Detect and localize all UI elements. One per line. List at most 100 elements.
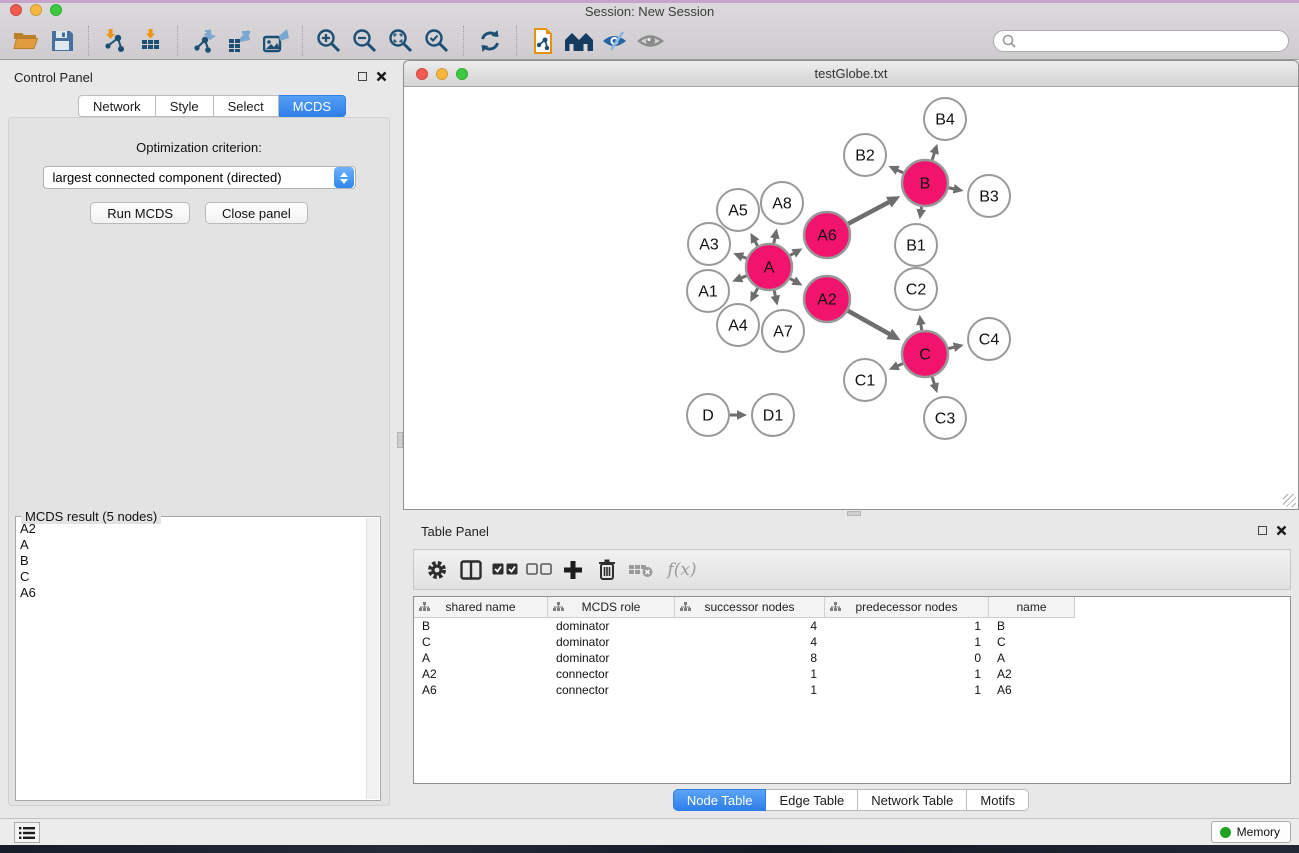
tab-edge-table[interactable]: Edge Table — [766, 789, 858, 811]
export-image-button[interactable] — [260, 25, 292, 57]
tab-node-table[interactable]: Node Table — [673, 789, 767, 811]
maximize-window-button[interactable] — [50, 4, 62, 16]
graph-node-A5[interactable]: A5 — [717, 189, 759, 231]
export-network-button[interactable] — [188, 25, 220, 57]
mcds-result-item[interactable]: C — [20, 569, 364, 585]
zoom-selected-button[interactable] — [421, 25, 453, 57]
close-panel-button[interactable]: Close panel — [205, 202, 308, 224]
graph-node-B2[interactable]: B2 — [844, 134, 886, 176]
close-panel-icon[interactable] — [376, 71, 387, 82]
run-mcds-button[interactable]: Run MCDS — [90, 202, 190, 224]
search-box[interactable] — [993, 30, 1289, 52]
graph-node-A7[interactable]: A7 — [762, 310, 804, 352]
graph-node-A6[interactable]: A6 — [804, 212, 850, 258]
create-column-button[interactable] — [558, 555, 588, 585]
graph-node-B1[interactable]: B1 — [895, 224, 937, 266]
edge-A6-B[interactable] — [848, 201, 890, 223]
import-table-button[interactable] — [135, 25, 167, 57]
graph-node-C2[interactable]: C2 — [895, 268, 937, 310]
graph-node-D1[interactable]: D1 — [752, 394, 794, 436]
new-network-from-selection-button[interactable] — [527, 25, 559, 57]
minimize-network-window-button[interactable] — [436, 68, 448, 80]
graph-node-C[interactable]: C — [902, 331, 948, 377]
tab-style[interactable]: Style — [156, 95, 214, 117]
column-header-MCDS-role[interactable]: MCDS role — [548, 597, 675, 618]
table-row[interactable]: Bdominator41B — [414, 618, 1290, 634]
toolbar-separator — [516, 26, 517, 56]
table-row[interactable]: A6connector11A6 — [414, 682, 1290, 698]
function-builder-button[interactable]: f(x) — [660, 555, 704, 585]
show-all-button[interactable] — [635, 25, 667, 57]
mcds-result-item[interactable]: B — [20, 553, 364, 569]
zoom-out-button[interactable] — [349, 25, 381, 57]
delete-columns-button[interactable] — [592, 555, 622, 585]
float-panel-icon[interactable] — [358, 72, 367, 81]
refresh-button[interactable] — [474, 25, 506, 57]
splitter-handle[interactable] — [847, 511, 861, 516]
mcds-result-item[interactable]: A — [20, 537, 364, 553]
table-settings-button[interactable] — [422, 555, 452, 585]
open-session-button[interactable] — [10, 25, 42, 57]
titlebar: Session: New Session — [0, 3, 1299, 22]
save-session-button[interactable] — [46, 25, 78, 57]
panel-splitter-horizontal[interactable] — [403, 510, 1299, 517]
float-panel-icon[interactable] — [1258, 526, 1267, 535]
splitter-handle[interactable] — [397, 432, 403, 448]
tab-network-table[interactable]: Network Table — [858, 789, 967, 811]
mcds-result-item[interactable]: A6 — [20, 585, 364, 601]
table-row[interactable]: Adominator80A — [414, 650, 1290, 666]
graph-node-B[interactable]: B — [902, 160, 948, 206]
table-row[interactable]: A2connector11A2 — [414, 666, 1290, 682]
graph-node-D[interactable]: D — [687, 394, 729, 436]
tab-network[interactable]: Network — [78, 95, 156, 117]
graph-node-C1[interactable]: C1 — [844, 359, 886, 401]
network-graph: B4 B2 B B3 A8A5 A6 A3 B1 A C2 A1 A2 A4A7 C4 C C1 D D1 C3 — [404, 87, 1298, 509]
graph-node-B3[interactable]: B3 — [968, 175, 1010, 217]
close-network-window-button[interactable] — [416, 68, 428, 80]
memory-button[interactable]: Memory — [1211, 821, 1291, 843]
window-resize-grip[interactable] — [1283, 494, 1296, 507]
graph-node-A4[interactable]: A4 — [717, 304, 759, 346]
import-network-button[interactable] — [99, 25, 131, 57]
minimize-window-button[interactable] — [30, 4, 42, 16]
network-canvas[interactable]: B4 B2 B B3 A8A5 A6 A3 B1 A C2 A1 A2 A4A7 C4 C C1 D D1 C3 — [404, 87, 1298, 509]
zoom-fit-button[interactable] — [385, 25, 417, 57]
select-all-columns-button[interactable] — [490, 555, 520, 585]
home-button[interactable] — [563, 25, 595, 57]
network-document-icon — [531, 28, 555, 54]
graph-node-A[interactable]: A — [746, 244, 792, 290]
tab-select[interactable]: Select — [214, 95, 279, 117]
delete-table-button[interactable] — [626, 555, 656, 585]
show-columns-button[interactable] — [456, 555, 486, 585]
tab-mcds[interactable]: MCDS — [279, 95, 346, 117]
column-header-shared-name[interactable]: shared name — [414, 597, 548, 618]
criterion-select[interactable]: largest connected component (directed) — [43, 166, 356, 189]
close-window-button[interactable] — [10, 4, 22, 16]
graph-node-A3[interactable]: A3 — [688, 223, 730, 265]
maximize-network-window-button[interactable] — [456, 68, 468, 80]
hide-selected-button[interactable] — [599, 25, 631, 57]
graph-node-A2[interactable]: A2 — [804, 276, 850, 322]
graph-node-C3[interactable]: C3 — [924, 397, 966, 439]
column-header-name[interactable]: name — [989, 597, 1075, 618]
network-window-titlebar[interactable]: testGlobe.txt — [404, 61, 1298, 87]
mcds-result-item[interactable]: A2 — [20, 521, 364, 537]
graph-node-A8[interactable]: A8 — [761, 182, 803, 224]
close-panel-icon[interactable] — [1276, 525, 1287, 536]
svg-text:A: A — [764, 260, 775, 277]
graph-node-C4[interactable]: C4 — [968, 318, 1010, 360]
search-input[interactable] — [1021, 34, 1280, 48]
graph-node-A1[interactable]: A1 — [687, 270, 729, 312]
task-history-button[interactable] — [14, 822, 40, 843]
column-header-predecessor-nodes[interactable]: predecessor nodes — [825, 597, 989, 618]
edge-A2-C[interactable] — [848, 311, 891, 335]
zoom-in-button[interactable] — [313, 25, 345, 57]
cell-shared-name: B — [414, 618, 548, 634]
table-row[interactable]: Cdominator41C — [414, 634, 1290, 650]
unselect-all-columns-button[interactable] — [524, 555, 554, 585]
export-table-button[interactable] — [224, 25, 256, 57]
graph-node-B4[interactable]: B4 — [924, 98, 966, 140]
column-header-successor-nodes[interactable]: successor nodes — [675, 597, 825, 618]
result-scrollbar[interactable] — [366, 518, 379, 799]
tab-motifs[interactable]: Motifs — [967, 789, 1029, 811]
